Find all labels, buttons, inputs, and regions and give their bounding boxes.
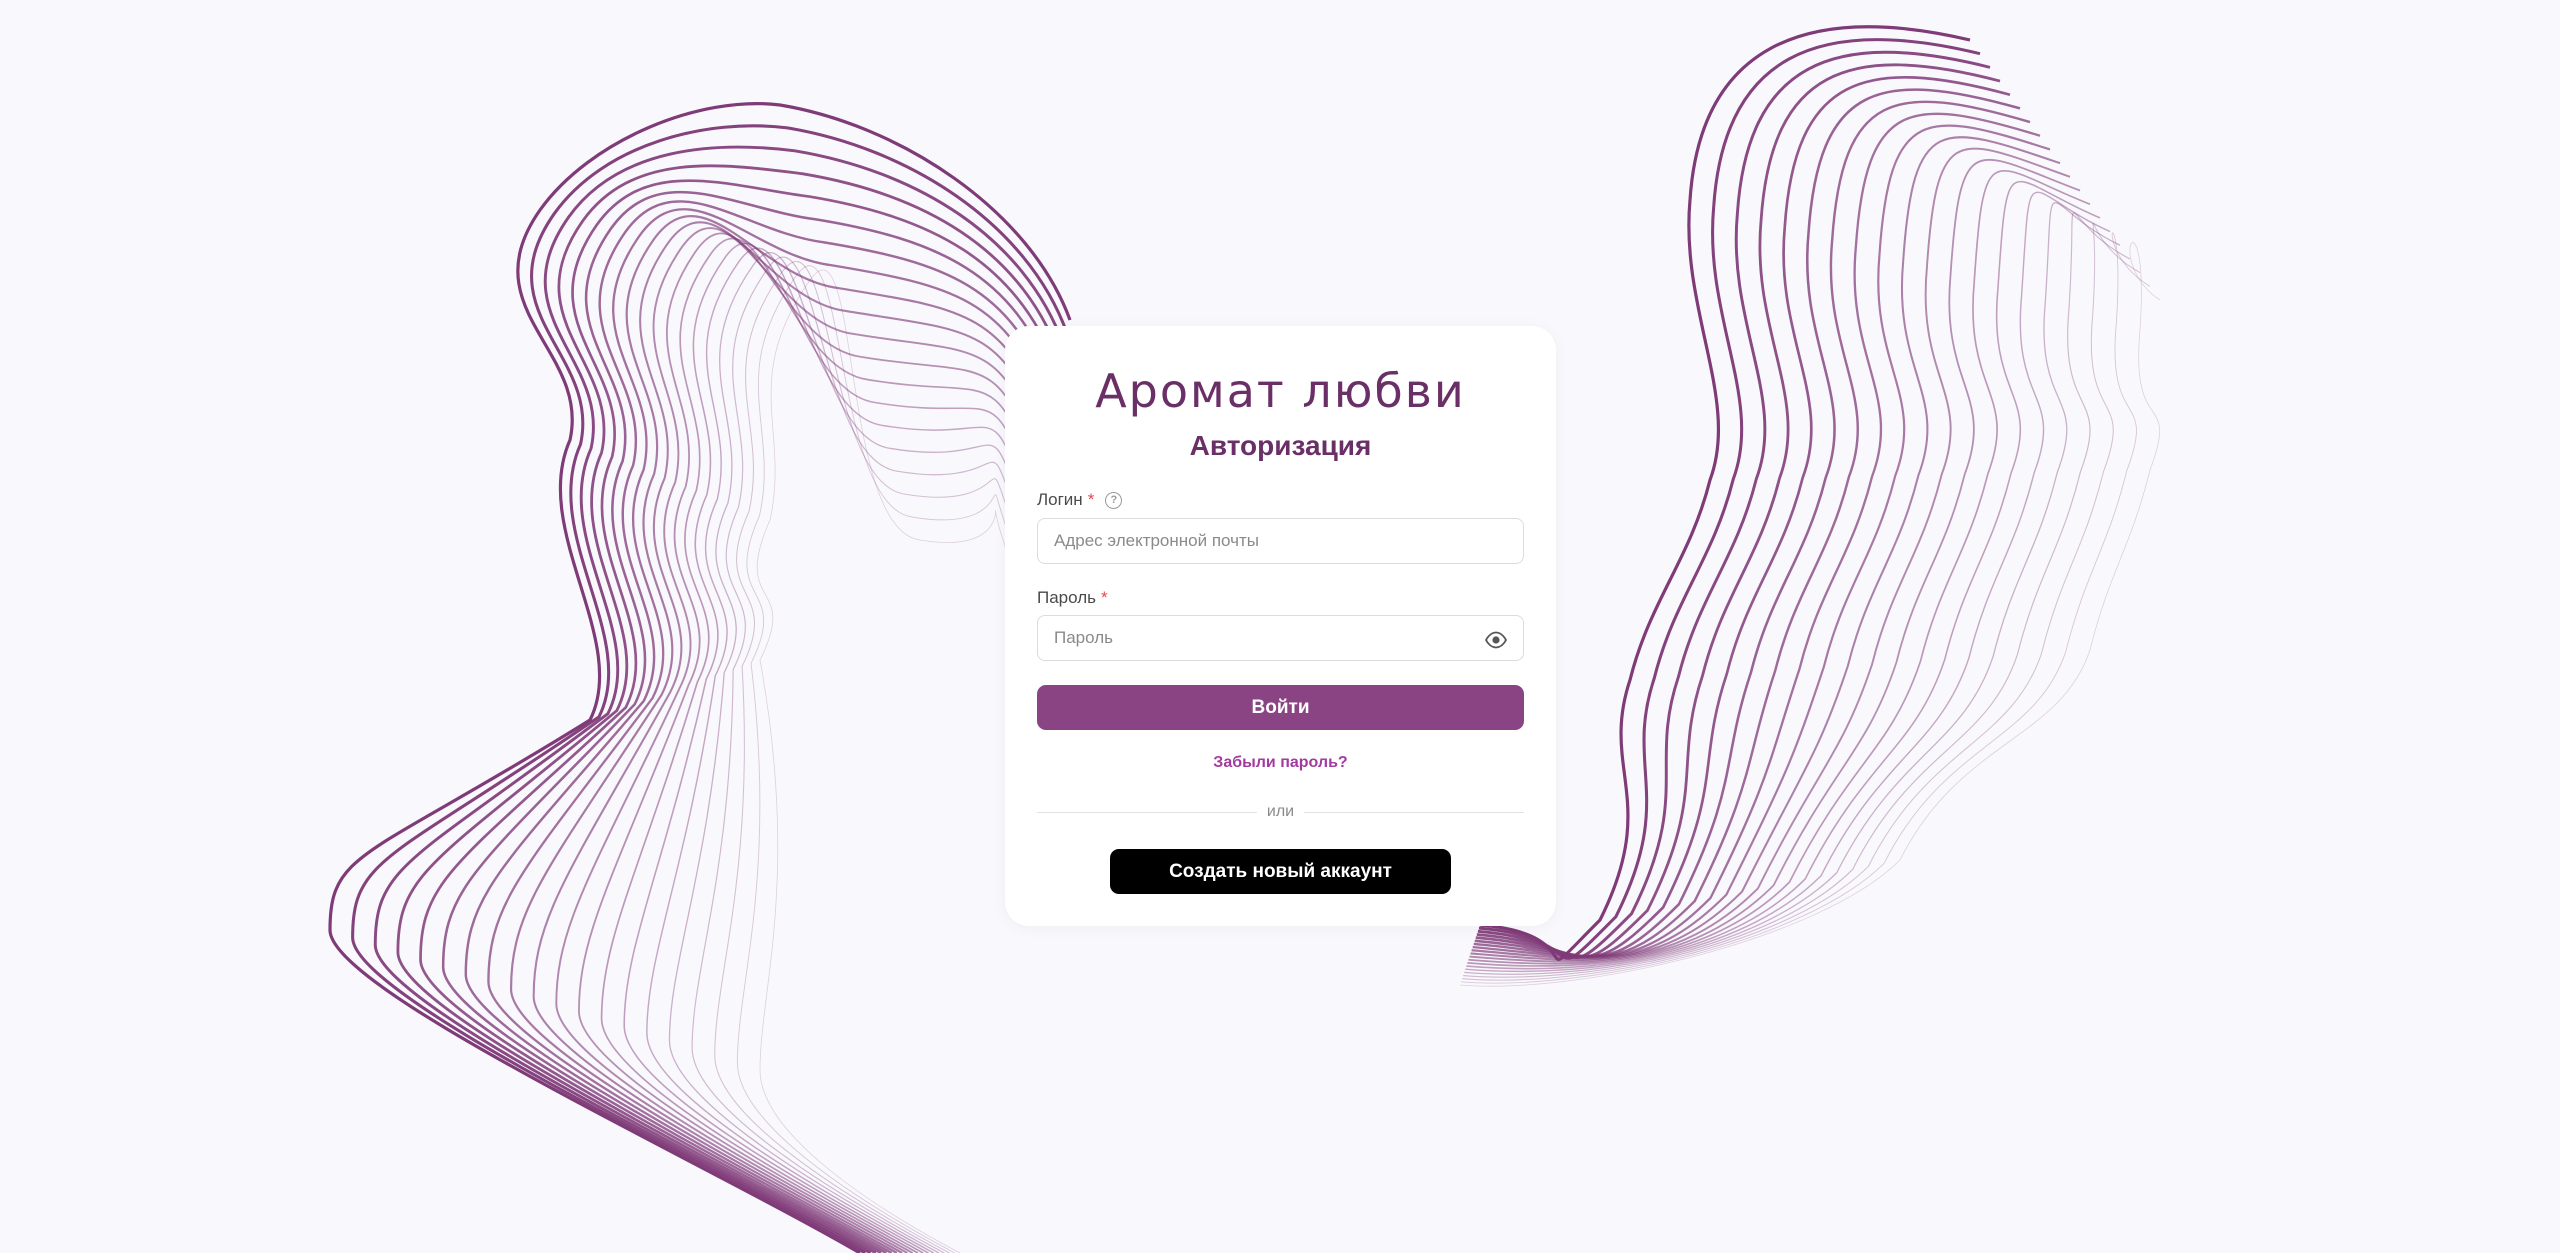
- wave-line: [623, 242, 1030, 1253]
- wave-line: [578, 232, 1037, 1253]
- eye-icon[interactable]: [1484, 628, 1508, 652]
- divider-line-right: [1304, 811, 1524, 813]
- login-label-text: Логин: [1037, 490, 1083, 509]
- login-label: Логин * ?: [1037, 490, 1123, 510]
- wave-line: [1461, 232, 2151, 984]
- login-card: Аромат любви Авторизация Логин * ? Парол…: [1005, 326, 1556, 926]
- wave-line: [1470, 136, 2061, 961]
- or-divider: или: [1037, 802, 1524, 822]
- wave-line: [646, 247, 1027, 1253]
- wave-line: [1459, 242, 2161, 987]
- logo-text: Аромат любви: [1095, 364, 1466, 418]
- help-icon[interactable]: ?: [1105, 491, 1123, 509]
- wave-line: [1468, 159, 2081, 965]
- login-button[interactable]: Войти: [1037, 685, 1524, 730]
- divider-text: или: [1266, 803, 1295, 820]
- password-input[interactable]: [1037, 615, 1524, 661]
- brand-logo: Аромат любви: [1005, 356, 1556, 426]
- wave-line: [555, 227, 1040, 1253]
- required-mark: *: [1101, 588, 1108, 607]
- page-title: Авторизация: [1189, 430, 1372, 461]
- password-label-text: Пароль: [1037, 588, 1096, 607]
- wave-line: [396, 164, 1062, 1253]
- wave-line: [1462, 222, 2141, 981]
- wave-line: [373, 145, 1066, 1253]
- wave-line: [419, 179, 1059, 1253]
- wave-line: [736, 265, 1014, 1253]
- wave-line: [1466, 180, 2101, 970]
- wave-line: [1464, 202, 2121, 975]
- divider-line-left: [1037, 811, 1257, 813]
- login-input[interactable]: [1037, 518, 1524, 564]
- create-account-button[interactable]: Создать новый аккаунт: [1110, 849, 1451, 894]
- wave-line: [1463, 212, 2131, 978]
- wave-line: [351, 124, 1069, 1253]
- wave-line: [1472, 112, 2041, 959]
- wave-line: [1474, 88, 2021, 958]
- required-mark: *: [1087, 490, 1095, 509]
- wave-line: [691, 256, 1021, 1253]
- wave-line: [756, 269, 1011, 1253]
- password-label: Пароль *: [1037, 588, 1108, 608]
- forgot-password-link[interactable]: Забыли пароль?: [1005, 754, 1556, 772]
